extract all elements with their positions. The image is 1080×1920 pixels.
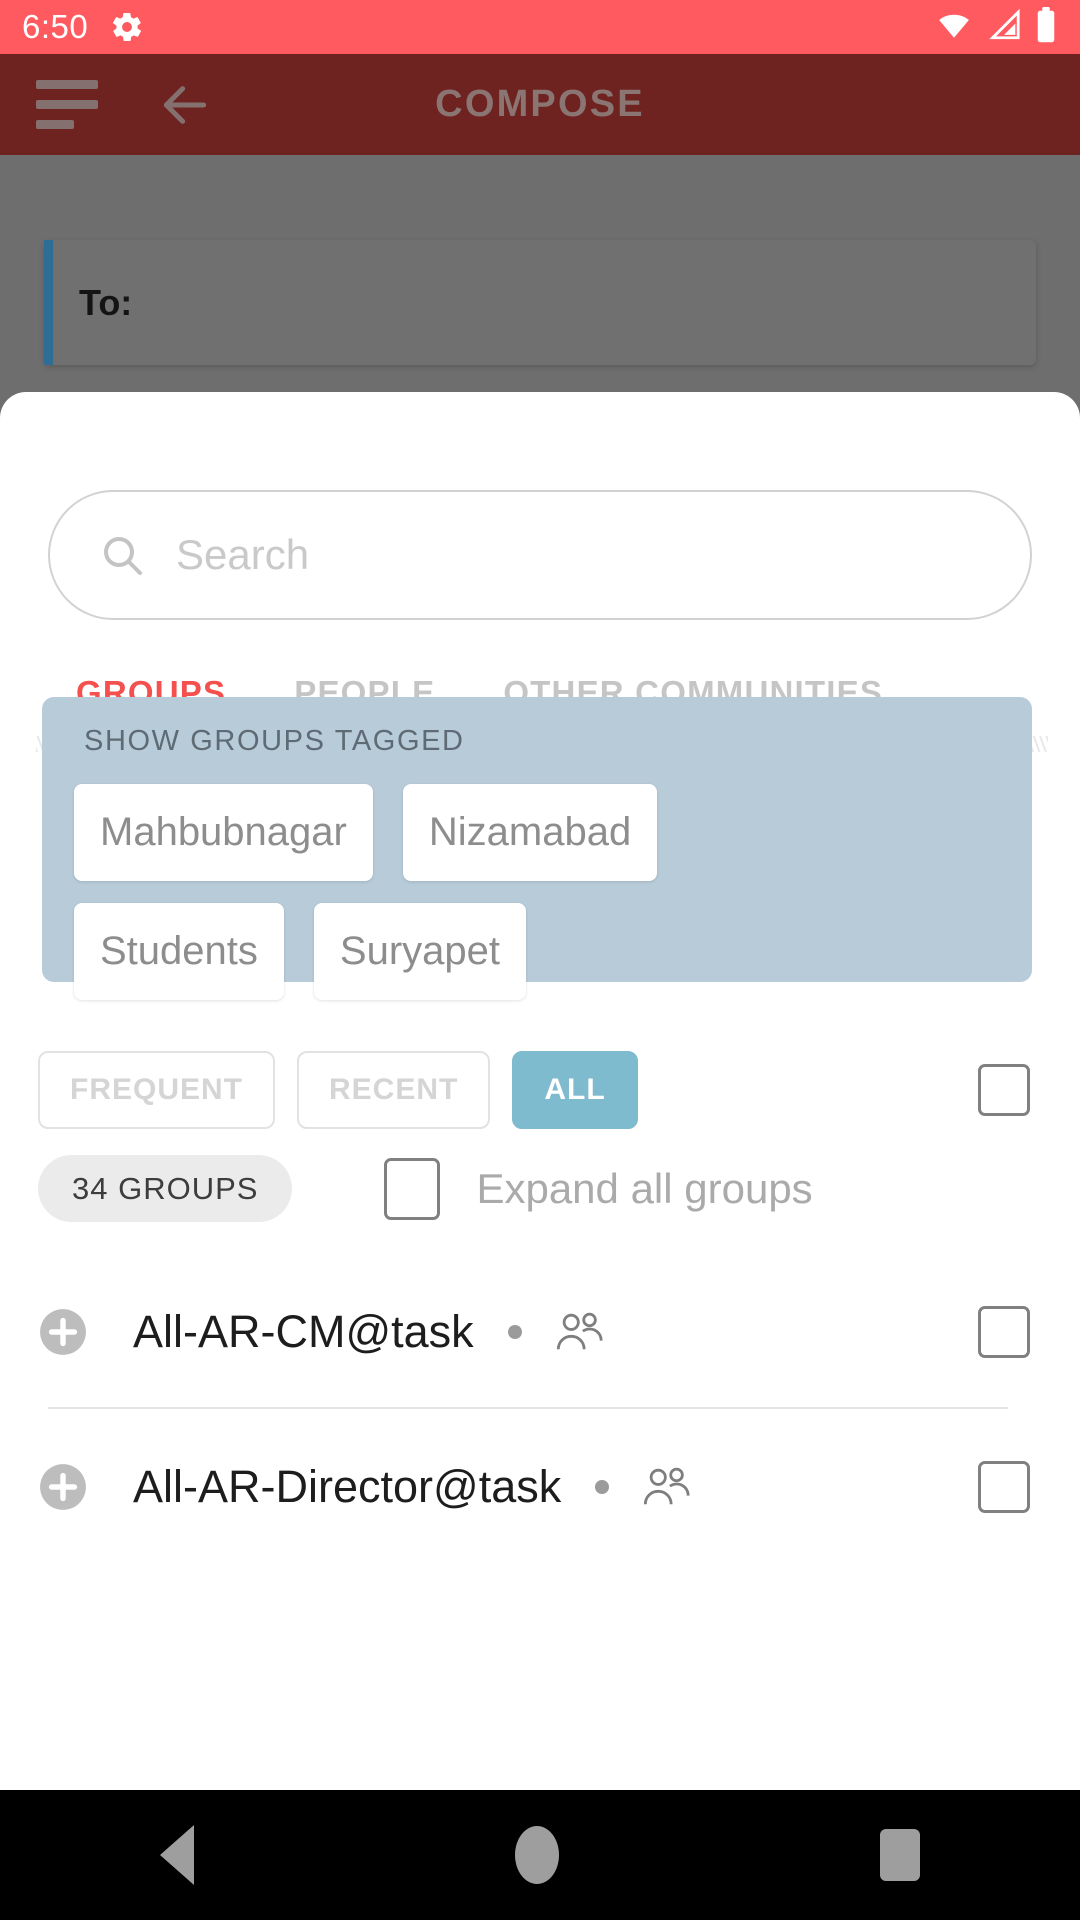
group-select-checkbox[interactable] bbox=[978, 1460, 1030, 1513]
phone-screen: 6:50 COMPOSE To: Search GROUPS PEOPLE OT… bbox=[0, 0, 1080, 1920]
separator-dot bbox=[595, 1479, 610, 1494]
tag-chip-nizamabad[interactable]: Nizamabad bbox=[402, 784, 658, 881]
hamburger-line bbox=[36, 120, 74, 129]
show-groups-tagged-panel: SHOW GROUPS TAGGED Mahbubnagar Nizamabad… bbox=[42, 697, 1032, 1000]
group-name: All-AR-CM@task bbox=[133, 1305, 474, 1357]
filter-frequent-button[interactable]: FREQUENT bbox=[38, 1051, 275, 1129]
filter-recent-button[interactable]: RECENT bbox=[297, 1051, 491, 1129]
hamburger-line bbox=[36, 100, 98, 109]
search-box[interactable] bbox=[48, 490, 1032, 620]
status-bar: 6:50 bbox=[0, 0, 1080, 54]
expand-all-groups-label: Expand all groups bbox=[476, 1164, 813, 1212]
signal-icon bbox=[985, 8, 1023, 47]
table-row[interactable]: All-AR-CM@task bbox=[0, 1254, 1080, 1409]
to-field[interactable]: To: bbox=[44, 240, 1036, 365]
search-icon bbox=[98, 531, 146, 579]
tag-chip-rows: Mahbubnagar Nizamabad Students Suryapet bbox=[42, 784, 1032, 1000]
tag-chip-row: Mahbubnagar Nizamabad bbox=[74, 784, 1032, 881]
tag-chip-suryapet[interactable]: Suryapet bbox=[313, 903, 526, 1000]
hamburger-icon[interactable] bbox=[36, 80, 100, 129]
group-list: All-AR-CM@task All-AR-Director@task bbox=[0, 1254, 1080, 1564]
tag-chip-mahbubnagar[interactable]: Mahbubnagar bbox=[74, 784, 373, 881]
group-select-checkbox[interactable] bbox=[978, 1305, 1030, 1358]
select-all-checkbox[interactable] bbox=[978, 1064, 1030, 1116]
filter-row: FREQUENT RECENT ALL bbox=[0, 1051, 1080, 1129]
nav-back-icon[interactable] bbox=[160, 1825, 195, 1885]
expand-all-groups-checkbox[interactable] bbox=[384, 1157, 441, 1220]
separator-dot bbox=[507, 1324, 522, 1339]
to-field-accent-bar bbox=[44, 240, 53, 365]
group-count-badge: 34 GROUPS bbox=[38, 1155, 293, 1222]
nav-recent-icon[interactable] bbox=[879, 1829, 920, 1881]
filter-all-button[interactable]: ALL bbox=[512, 1051, 638, 1129]
plus-circle-icon[interactable] bbox=[38, 1462, 88, 1512]
wifi-icon bbox=[934, 8, 974, 47]
plus-circle-icon[interactable] bbox=[38, 1307, 88, 1357]
group-count-row: 34 GROUPS Expand all groups bbox=[0, 1155, 1080, 1222]
android-navigation-bar bbox=[0, 1790, 1080, 1920]
back-arrow-icon[interactable] bbox=[152, 77, 218, 133]
app-toolbar: COMPOSE bbox=[0, 54, 1080, 155]
people-group-icon bbox=[554, 1309, 610, 1355]
status-bar-clock: 6:50 bbox=[22, 8, 89, 45]
expand-all-groups-control[interactable]: Expand all groups bbox=[384, 1157, 813, 1220]
tag-chip-students[interactable]: Students bbox=[74, 903, 284, 1000]
nav-home-icon[interactable] bbox=[514, 1826, 559, 1884]
group-name: All-AR-Director@task bbox=[133, 1460, 562, 1512]
hamburger-line bbox=[36, 80, 98, 89]
recipient-picker-sheet: GROUPS PEOPLE OTHER COMMUNITIES SHOW GRO… bbox=[0, 392, 1080, 1790]
tag-chip-row: Students Suryapet bbox=[74, 903, 1032, 1000]
battery-icon bbox=[1034, 6, 1058, 48]
table-row[interactable]: All-AR-Director@task bbox=[0, 1409, 1080, 1564]
to-label: To: bbox=[79, 281, 133, 323]
people-group-icon bbox=[641, 1464, 697, 1510]
tagged-panel-title: SHOW GROUPS TAGGED bbox=[84, 725, 465, 757]
search-input[interactable] bbox=[176, 531, 1030, 579]
gear-icon bbox=[110, 10, 144, 44]
